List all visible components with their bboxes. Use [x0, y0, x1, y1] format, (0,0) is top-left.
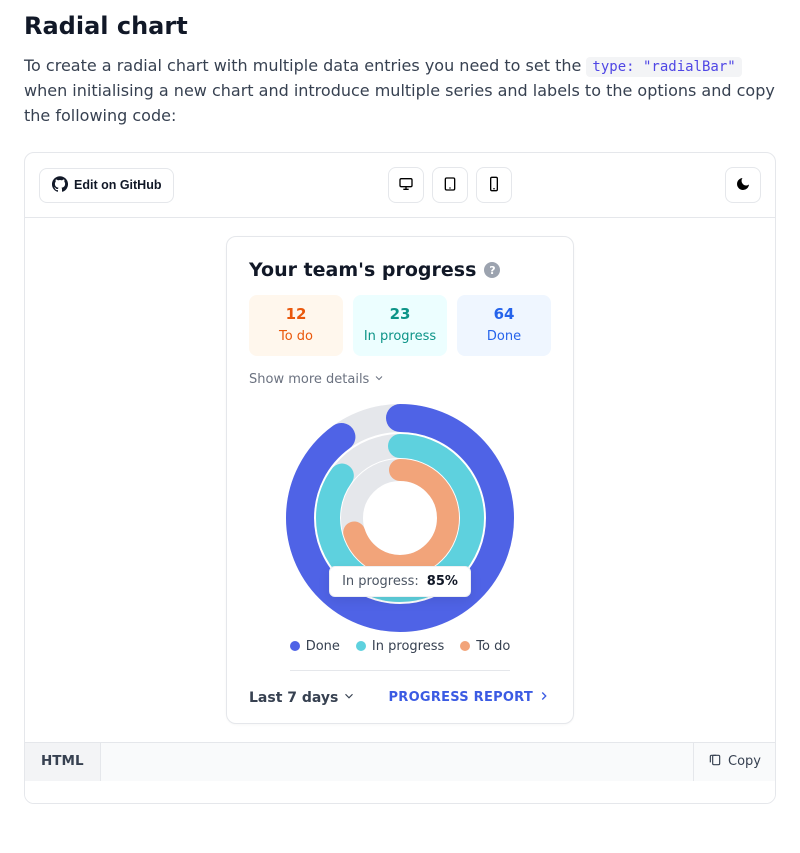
viewport-desktop-button[interactable] [388, 167, 424, 203]
chevron-right-icon [537, 689, 551, 707]
viewport-tablet-button[interactable] [432, 167, 468, 203]
help-icon[interactable]: ? [484, 262, 500, 278]
radial-chart: In progress: 85% Done In progress To do [249, 398, 551, 671]
inline-code: type: "radialBar" [586, 57, 741, 77]
code-area [25, 781, 775, 803]
card-title: Your team's progress [249, 259, 476, 281]
code-tab-bar: HTML Copy [25, 742, 775, 781]
progress-report-label: PROGRESS REPORT [389, 690, 533, 705]
show-more-details-toggle[interactable]: Show more details [249, 372, 385, 388]
legend-item-in-progress[interactable]: In progress [356, 639, 444, 654]
legend-item-todo[interactable]: To do [460, 639, 510, 654]
progress-report-link[interactable]: PROGRESS REPORT [389, 689, 551, 707]
tablet-icon [442, 176, 458, 195]
edit-on-github-label: Edit on GitHub [74, 178, 161, 192]
chart-tooltip: In progress: 85% [329, 566, 471, 597]
stat-todo-value: 12 [253, 305, 339, 323]
stat-done: 64 Done [457, 295, 551, 356]
copy-label: Copy [728, 754, 761, 769]
edit-on-github-button[interactable]: Edit on GitHub [39, 168, 174, 203]
stat-in-progress-label: In progress [357, 329, 443, 344]
stat-in-progress: 23 In progress [353, 295, 447, 356]
legend-dot-icon [460, 641, 470, 651]
tooltip-value: 85% [427, 574, 458, 589]
demo-canvas: Your team's progress ? 12 To do 23 In pr… [25, 218, 775, 742]
legend: Done In progress To do [290, 639, 511, 671]
intro-text-before: To create a radial chart with multiple d… [24, 56, 586, 75]
chevron-down-icon [373, 372, 385, 388]
desktop-icon [398, 176, 414, 195]
stat-done-label: Done [461, 329, 547, 344]
mobile-icon [486, 176, 502, 195]
stat-in-progress-value: 23 [357, 305, 443, 323]
clipboard-icon [708, 753, 722, 771]
stat-done-value: 64 [461, 305, 547, 323]
time-range-dropdown[interactable]: Last 7 days [249, 689, 356, 707]
time-range-label: Last 7 days [249, 690, 338, 706]
stat-todo: 12 To do [249, 295, 343, 356]
intro-text-after: when initialising a new chart and introd… [24, 81, 775, 125]
github-icon [52, 176, 68, 195]
show-more-label: Show more details [249, 372, 369, 387]
legend-label: Done [306, 639, 340, 654]
intro-paragraph: To create a radial chart with multiple d… [24, 54, 776, 128]
legend-label: To do [476, 639, 510, 654]
legend-item-done[interactable]: Done [290, 639, 340, 654]
legend-dot-icon [290, 641, 300, 651]
page-title: Radial chart [24, 12, 776, 40]
tooltip-label: In progress: [342, 574, 419, 589]
viewport-mobile-button[interactable] [476, 167, 512, 203]
legend-label: In progress [372, 639, 444, 654]
copy-button[interactable]: Copy [693, 743, 775, 781]
chevron-down-icon [342, 689, 356, 707]
moon-icon [735, 176, 751, 195]
demo-toolbar: Edit on GitHub [25, 153, 775, 218]
tab-html[interactable]: HTML [25, 743, 101, 781]
stats-row: 12 To do 23 In progress 64 Done [249, 295, 551, 356]
legend-dot-icon [356, 641, 366, 651]
stat-todo-label: To do [253, 329, 339, 344]
dark-mode-toggle[interactable] [725, 167, 761, 203]
progress-card: Your team's progress ? 12 To do 23 In pr… [226, 236, 574, 724]
radial-chart-svg [280, 398, 520, 638]
card-footer: Last 7 days PROGRESS REPORT [249, 671, 551, 707]
demo-container: Edit on GitHub [24, 152, 776, 804]
